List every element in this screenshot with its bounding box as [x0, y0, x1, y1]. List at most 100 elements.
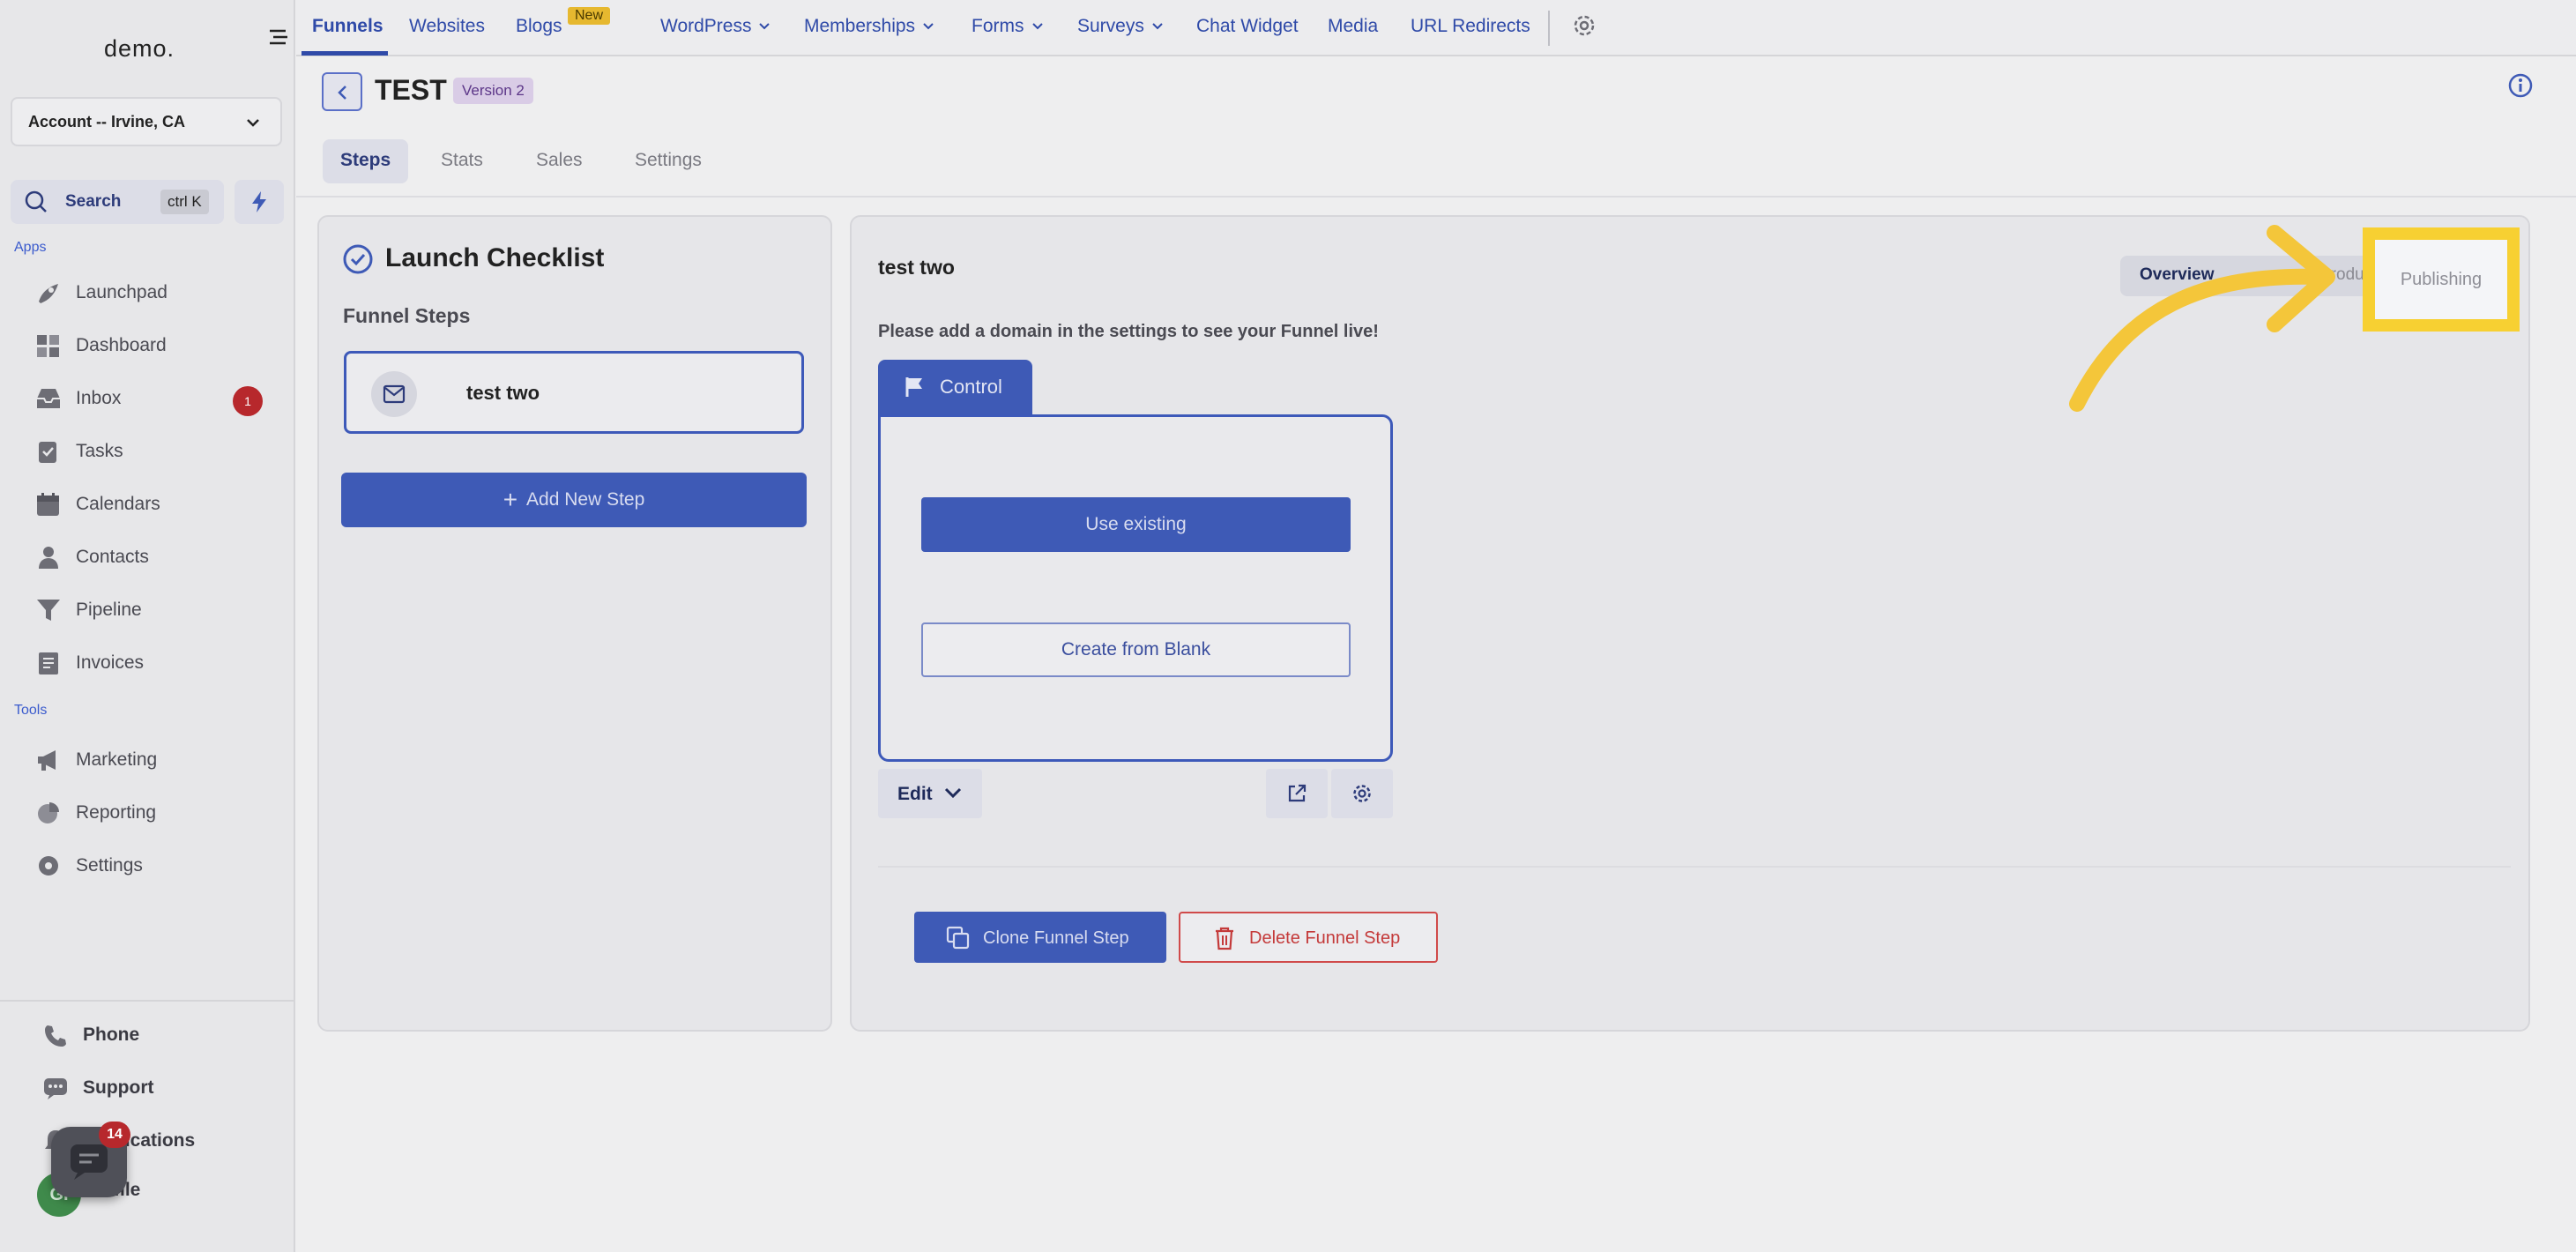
dashboard-icon [37, 335, 59, 357]
chevron-down-icon [944, 787, 962, 799]
funnel-steps-label: Funnel Steps [343, 304, 471, 327]
pipeline-icon [37, 600, 60, 621]
collapse-sidebar-icon[interactable] [266, 25, 291, 49]
edit-dropdown-button[interactable]: Edit [878, 769, 982, 818]
sidebar-item-marketing[interactable]: Marketing [35, 742, 273, 778]
topnav-media[interactable]: Media [1328, 16, 1378, 37]
trash-icon [1216, 927, 1233, 950]
sidebar-item-label: Launchpad [76, 282, 168, 302]
topnav-chat-widget[interactable]: Chat Widget [1196, 16, 1299, 37]
sidebar-item-label: Phone [83, 1025, 140, 1045]
chevron-left-icon [338, 86, 346, 100]
sidebar-item-inbox[interactable]: Inbox 1 [35, 381, 273, 416]
sidebar: demo. Account -- Irvine, CA Search ctrl … [0, 0, 295, 1252]
invoices-icon [39, 652, 58, 674]
back-button[interactable] [322, 72, 362, 111]
mail-icon [383, 384, 406, 404]
chevron-down-icon [759, 23, 771, 30]
phone-icon [45, 1025, 66, 1047]
account-switcher[interactable]: Account -- Irvine, CA [11, 97, 282, 146]
create-from-blank-button[interactable]: Create from Blank [921, 622, 1351, 677]
sidebar-item-label: Calendars [76, 494, 160, 514]
sidebar-item-label: Inbox [76, 388, 122, 408]
topnav-label: Memberships [804, 16, 916, 36]
page-title: TEST [375, 74, 447, 106]
topnav-websites[interactable]: Websites [409, 16, 485, 37]
variant-tab-label: Control [940, 376, 1002, 398]
clone-funnel-step-button[interactable]: Clone Funnel Step [914, 912, 1166, 963]
search-button[interactable]: Search ctrl K [11, 180, 224, 224]
topnav-funnels[interactable]: Funnels [312, 16, 383, 37]
topnav-url-redirects[interactable]: URL Redirects [1411, 16, 1530, 37]
chat-icon [71, 1144, 108, 1180]
funnel-step-name: test two [466, 382, 540, 404]
actions-divider [878, 866, 2511, 868]
sidebar-item-label: Contacts [76, 547, 149, 567]
tab-stats[interactable]: Stats [423, 139, 501, 183]
sidebar-item-label: Marketing [76, 749, 158, 770]
topnav-surveys[interactable]: Surveys [1077, 16, 1164, 37]
check-circle-icon [343, 244, 373, 274]
sidebar-item-label: Support [83, 1077, 154, 1098]
sidebar-item-phone[interactable]: Phone [42, 1017, 272, 1053]
version-badge: Version 2 [453, 78, 533, 104]
sidebar-divider [0, 1000, 295, 1002]
topnav-label: WordPress [660, 16, 752, 36]
tab-publishing[interactable]: Publishing [2375, 240, 2507, 319]
variant-box [878, 414, 1393, 762]
sidebar-item-label: Invoices [76, 652, 145, 673]
checklist-title: Launch Checklist [385, 243, 605, 272]
mail-icon-wrapper [371, 371, 417, 417]
sidebar-item-label: Tasks [76, 441, 123, 461]
pie-chart-icon [38, 802, 59, 823]
sidebar-item-dashboard[interactable]: Dashboard [35, 328, 273, 363]
external-link-icon [1288, 784, 1307, 802]
plus-icon: + [503, 486, 518, 513]
launch-checklist-panel [317, 215, 832, 1032]
delete-funnel-step-button[interactable]: Delete Funnel Step [1179, 912, 1438, 963]
calendar-icon [37, 493, 59, 516]
sidebar-item-contacts[interactable]: Contacts [35, 540, 273, 575]
funnel-step-card[interactable]: test two [344, 351, 804, 434]
topnav-wordpress[interactable]: WordPress [660, 16, 771, 37]
sidebar-item-launchpad[interactable]: Launchpad [35, 275, 273, 310]
sidebar-item-calendars[interactable]: Calendars [35, 487, 273, 522]
copy-icon [946, 926, 970, 950]
tab-steps[interactable]: Steps [323, 139, 409, 183]
tab-settings[interactable]: Settings [617, 139, 719, 183]
info-icon[interactable] [2507, 72, 2534, 99]
topnav-label: Forms [972, 16, 1024, 36]
sidebar-item-pipeline[interactable]: Pipeline [35, 592, 273, 628]
sidebar-item-settings[interactable]: Settings [35, 848, 273, 883]
rocket-icon [39, 284, 58, 303]
delete-label: Delete Funnel Step [1249, 928, 1401, 948]
tab-sales[interactable]: Sales [518, 139, 600, 183]
search-icon [25, 190, 47, 212]
add-new-step-button[interactable]: + Add New Step [341, 473, 807, 527]
chevron-down-icon [1152, 23, 1163, 30]
topnav-blogs[interactable]: Blogs [516, 16, 562, 37]
megaphone-icon [38, 750, 56, 771]
chevron-down-icon [247, 119, 259, 127]
topnav-forms[interactable]: Forms [972, 16, 1044, 37]
open-preview-button[interactable] [1266, 769, 1328, 818]
sidebar-item-invoices[interactable]: Invoices [35, 645, 273, 681]
use-existing-button[interactable]: Use existing [921, 497, 1351, 552]
inbox-count-badge: 1 [233, 386, 263, 416]
sidebar-item-reporting[interactable]: Reporting [35, 795, 273, 831]
settings-gear-icon[interactable] [1571, 12, 1597, 39]
sidebar-item-tasks[interactable]: Tasks [35, 434, 273, 469]
topnav-divider [1548, 11, 1550, 46]
section-label-tools: Tools [14, 703, 48, 718]
gear-icon [1353, 785, 1371, 802]
topnav-memberships[interactable]: Memberships [804, 16, 934, 37]
variant-tab-control[interactable]: Control [878, 360, 1032, 414]
sidebar-item-label: Dashboard [76, 335, 167, 355]
flag-icon [905, 377, 922, 397]
quick-actions-button[interactable] [235, 180, 284, 224]
lightning-icon [252, 191, 266, 212]
step-settings-button[interactable] [1331, 769, 1393, 818]
sidebar-item-support[interactable]: Support [42, 1070, 272, 1106]
section-label-apps: Apps [14, 240, 47, 255]
chevron-down-icon [923, 23, 934, 30]
